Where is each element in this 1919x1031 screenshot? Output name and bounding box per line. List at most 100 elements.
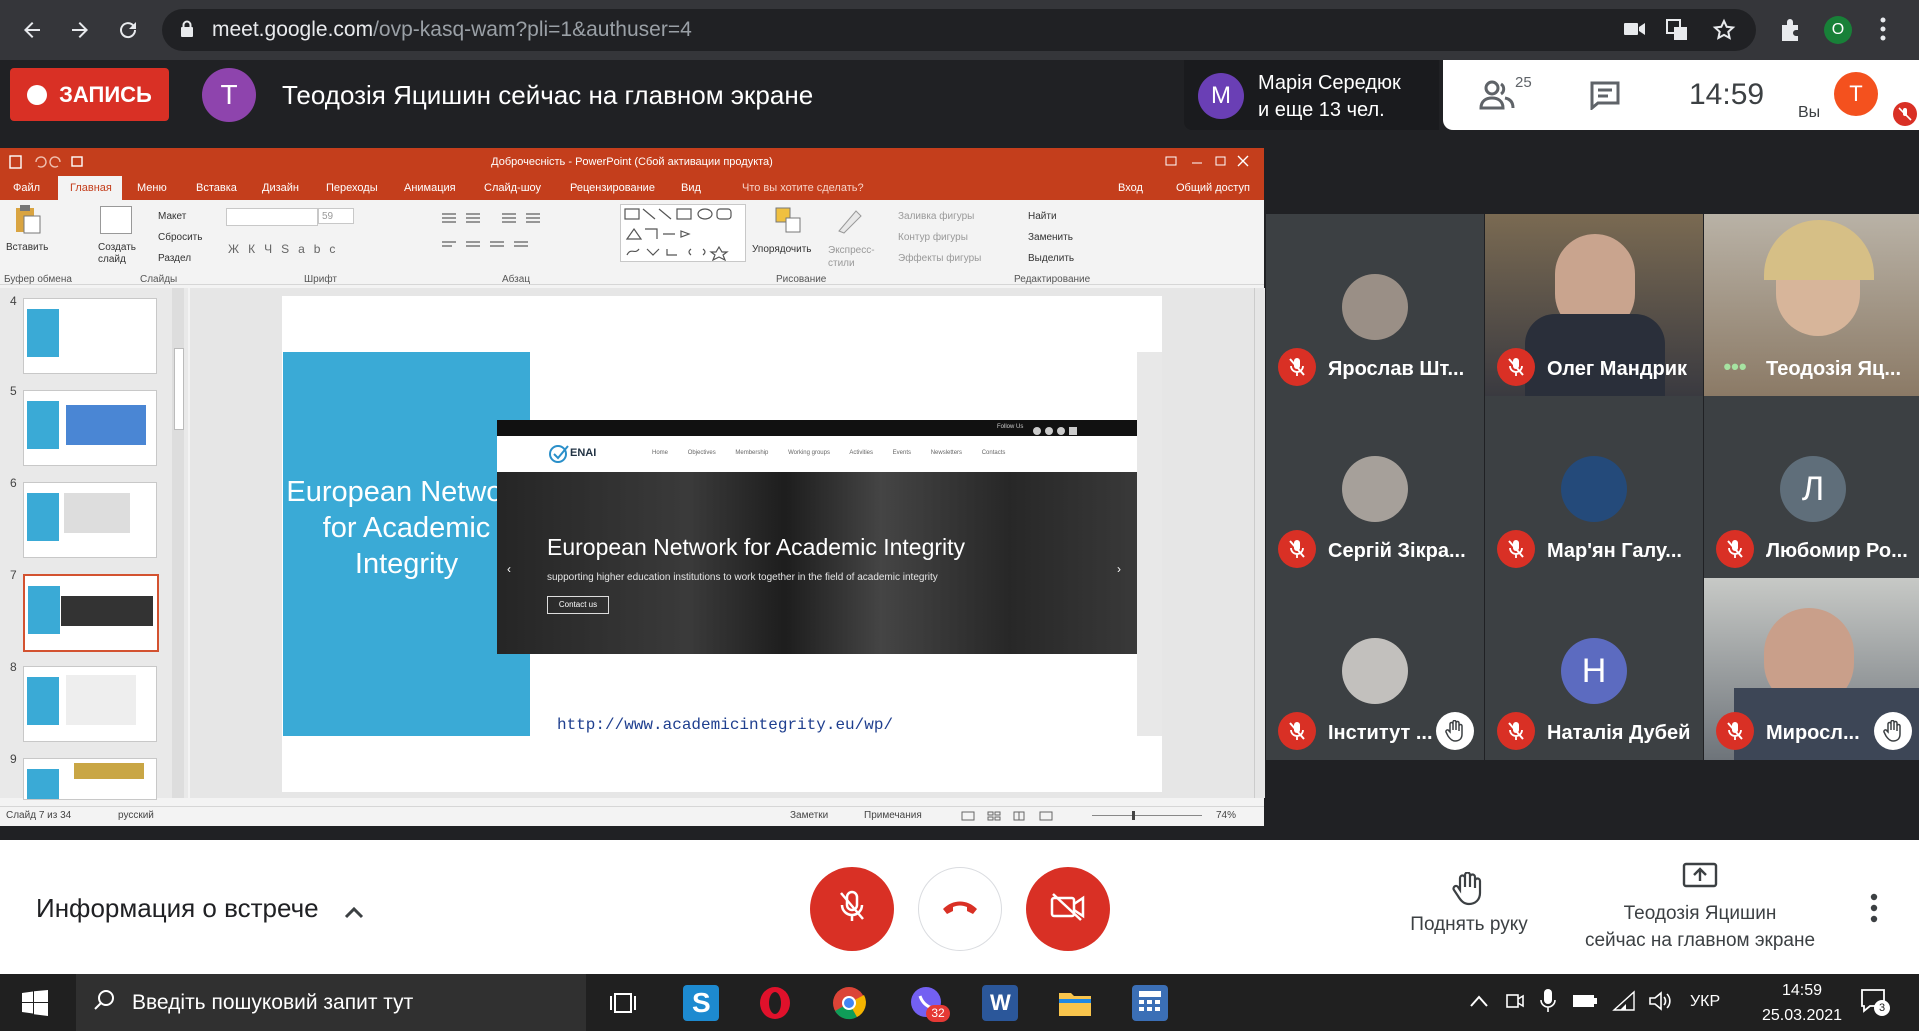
- paste-icon[interactable]: [10, 204, 42, 234]
- file-explorer-app-icon[interactable]: [1057, 985, 1093, 1021]
- slide-thumb-8[interactable]: [23, 666, 157, 742]
- address-bar[interactable]: meet.google.com/ovp-kasq-wam?pli=1&authu…: [162, 9, 1756, 51]
- present-screen-icon[interactable]: [1682, 862, 1718, 895]
- participant-tile[interactable]: Миросл...: [1704, 578, 1919, 760]
- more-options-icon[interactable]: [1870, 893, 1878, 928]
- comments-button[interactable]: Примечания: [864, 810, 922, 821]
- raise-hand-label[interactable]: Поднять руку: [1396, 914, 1542, 936]
- chrome-app-icon[interactable]: [831, 985, 867, 1021]
- new-slide-icon[interactable]: [100, 206, 132, 234]
- participant-tile[interactable]: Сергій Зікра...: [1266, 396, 1484, 578]
- notification-center-icon[interactable]: 3: [1860, 988, 1890, 1019]
- font-name-field[interactable]: [226, 208, 318, 226]
- shape-effects-button[interactable]: Эффекты фигуры: [898, 248, 981, 269]
- ppt-signin[interactable]: Вход: [1118, 182, 1143, 194]
- viber-app-icon[interactable]: 32: [908, 985, 950, 1022]
- ppt-tab-animation[interactable]: Анимация: [404, 182, 456, 194]
- select-button[interactable]: Выделить: [1028, 248, 1074, 269]
- participant-tile[interactable]: Ярослав Шт...: [1266, 214, 1484, 396]
- group-paragraph: Абзац: [502, 274, 531, 285]
- slide-thumb-7[interactable]: [23, 574, 159, 652]
- notes-button[interactable]: Заметки: [790, 810, 828, 821]
- participant-tile[interactable]: Мар'ян Галу...: [1485, 396, 1703, 578]
- tray-volume-icon[interactable]: [1648, 990, 1672, 1017]
- bookmark-star-icon[interactable]: [1712, 18, 1736, 47]
- ppt-tab-file[interactable]: Файл: [13, 182, 40, 194]
- mic-toggle-button[interactable]: [810, 867, 894, 951]
- camera-icon[interactable]: [1624, 21, 1646, 42]
- presentation-status[interactable]: Теодозія Яцишин сейчас на главном экране: [1570, 900, 1830, 954]
- font-format-buttons[interactable]: ЖКЧSabc: [228, 242, 344, 256]
- layout-button[interactable]: Макет: [158, 206, 202, 227]
- calculator-app-icon[interactable]: [1132, 985, 1168, 1021]
- profile-avatar[interactable]: O: [1824, 16, 1852, 44]
- people-icon[interactable]: [1479, 78, 1519, 115]
- express-styles-icon[interactable]: [836, 206, 866, 234]
- ppt-tab-insert[interactable]: Вставка: [196, 182, 237, 194]
- windows-start-icon[interactable]: [22, 990, 48, 1021]
- participant-tile[interactable]: Інститут ...: [1266, 578, 1484, 760]
- slide-thumb-6[interactable]: [23, 482, 157, 558]
- slide-thumb-4[interactable]: [23, 298, 157, 374]
- paragraph-buttons[interactable]: [438, 210, 588, 250]
- editor-scrollbar[interactable]: [1254, 288, 1265, 798]
- ppt-tab-design[interactable]: Дизайн: [262, 182, 299, 194]
- hero-prev-arrow-icon: ‹: [507, 562, 511, 576]
- slide-thumb-9[interactable]: [23, 758, 157, 800]
- reload-icon[interactable]: [110, 12, 146, 48]
- shape-outline-button[interactable]: Контур фигуры: [898, 227, 981, 248]
- task-view-icon[interactable]: [610, 990, 638, 1021]
- ppt-tab-home[interactable]: Главная: [70, 182, 112, 194]
- chat-icon[interactable]: [1589, 80, 1621, 115]
- ppt-share[interactable]: Общий доступ: [1176, 182, 1250, 194]
- arrange-icon[interactable]: [774, 206, 804, 234]
- shape-fill-button[interactable]: Заливка фигуры: [898, 206, 981, 227]
- taskbar-search[interactable]: Введіть пошуковий запит тут: [76, 974, 586, 1031]
- participant-tile[interactable]: Л Любомир Ро...: [1704, 396, 1919, 578]
- browser-menu-icon[interactable]: [1880, 16, 1888, 44]
- find-button[interactable]: Найти: [1028, 206, 1074, 227]
- camera-toggle-button[interactable]: [1026, 867, 1110, 951]
- ppt-tab-view[interactable]: Вид: [681, 182, 701, 194]
- shapes-gallery[interactable]: [620, 204, 746, 262]
- reset-button[interactable]: Сбросить: [158, 227, 202, 248]
- forward-icon[interactable]: [62, 12, 98, 48]
- ppt-window-controls[interactable]: [1162, 153, 1252, 171]
- phone-hangup-icon: [941, 899, 979, 920]
- slide-thumb-5[interactable]: [23, 390, 157, 466]
- tray-battery-icon[interactable]: [1572, 994, 1598, 1013]
- taskbar-clock[interactable]: 14:59 25.03.2021: [1750, 978, 1854, 1028]
- replace-button[interactable]: Заменить: [1028, 227, 1074, 248]
- word-app-icon[interactable]: W: [982, 985, 1018, 1021]
- tray-chevron-up-icon[interactable]: [1470, 994, 1488, 1012]
- input-language[interactable]: УКР: [1690, 993, 1720, 1011]
- ppt-tell-me[interactable]: Что вы хотите сделать?: [742, 182, 864, 194]
- skype-app-icon[interactable]: S: [683, 985, 719, 1021]
- ppt-tab-slideshow[interactable]: Слайд-шоу: [484, 182, 541, 194]
- leave-call-button[interactable]: [918, 867, 1002, 951]
- meeting-owner-box[interactable]: M Марія Середюк и еще 13 чел.: [1184, 60, 1439, 130]
- extensions-icon[interactable]: [1778, 17, 1804, 48]
- raise-hand-icon[interactable]: [1452, 871, 1484, 911]
- ppt-tab-transitions[interactable]: Переходы: [326, 182, 378, 194]
- view-buttons[interactable]: [960, 811, 1060, 821]
- recording-button[interactable]: ЗАПИСЬ: [10, 68, 169, 121]
- tray-camera-icon[interactable]: [1504, 990, 1526, 1017]
- meeting-info-button[interactable]: Информация о встрече: [36, 893, 364, 926]
- zoom-level[interactable]: 74%: [1216, 810, 1236, 821]
- participant-tile[interactable]: Н Наталія Дубей: [1485, 578, 1703, 760]
- zoom-slider[interactable]: [1092, 811, 1202, 820]
- ppt-tab-menu[interactable]: Меню: [137, 182, 167, 194]
- participant-tile[interactable]: Олег Мандрик: [1485, 214, 1703, 396]
- thumbs-scrollbar[interactable]: [172, 288, 184, 798]
- group-editing: Редактирование: [1014, 274, 1091, 285]
- font-size-field[interactable]: 59: [318, 208, 354, 224]
- ppt-tab-review[interactable]: Рецензирование: [570, 182, 655, 194]
- tray-wifi-icon[interactable]: [1612, 990, 1636, 1017]
- participant-tile[interactable]: ••• Теодозія Яц...: [1704, 214, 1919, 396]
- tray-microphone-icon[interactable]: [1540, 988, 1556, 1019]
- translate-icon[interactable]: [1666, 19, 1688, 46]
- opera-app-icon[interactable]: [757, 985, 793, 1021]
- back-icon[interactable]: [14, 12, 50, 48]
- section-button[interactable]: Раздел: [158, 248, 202, 269]
